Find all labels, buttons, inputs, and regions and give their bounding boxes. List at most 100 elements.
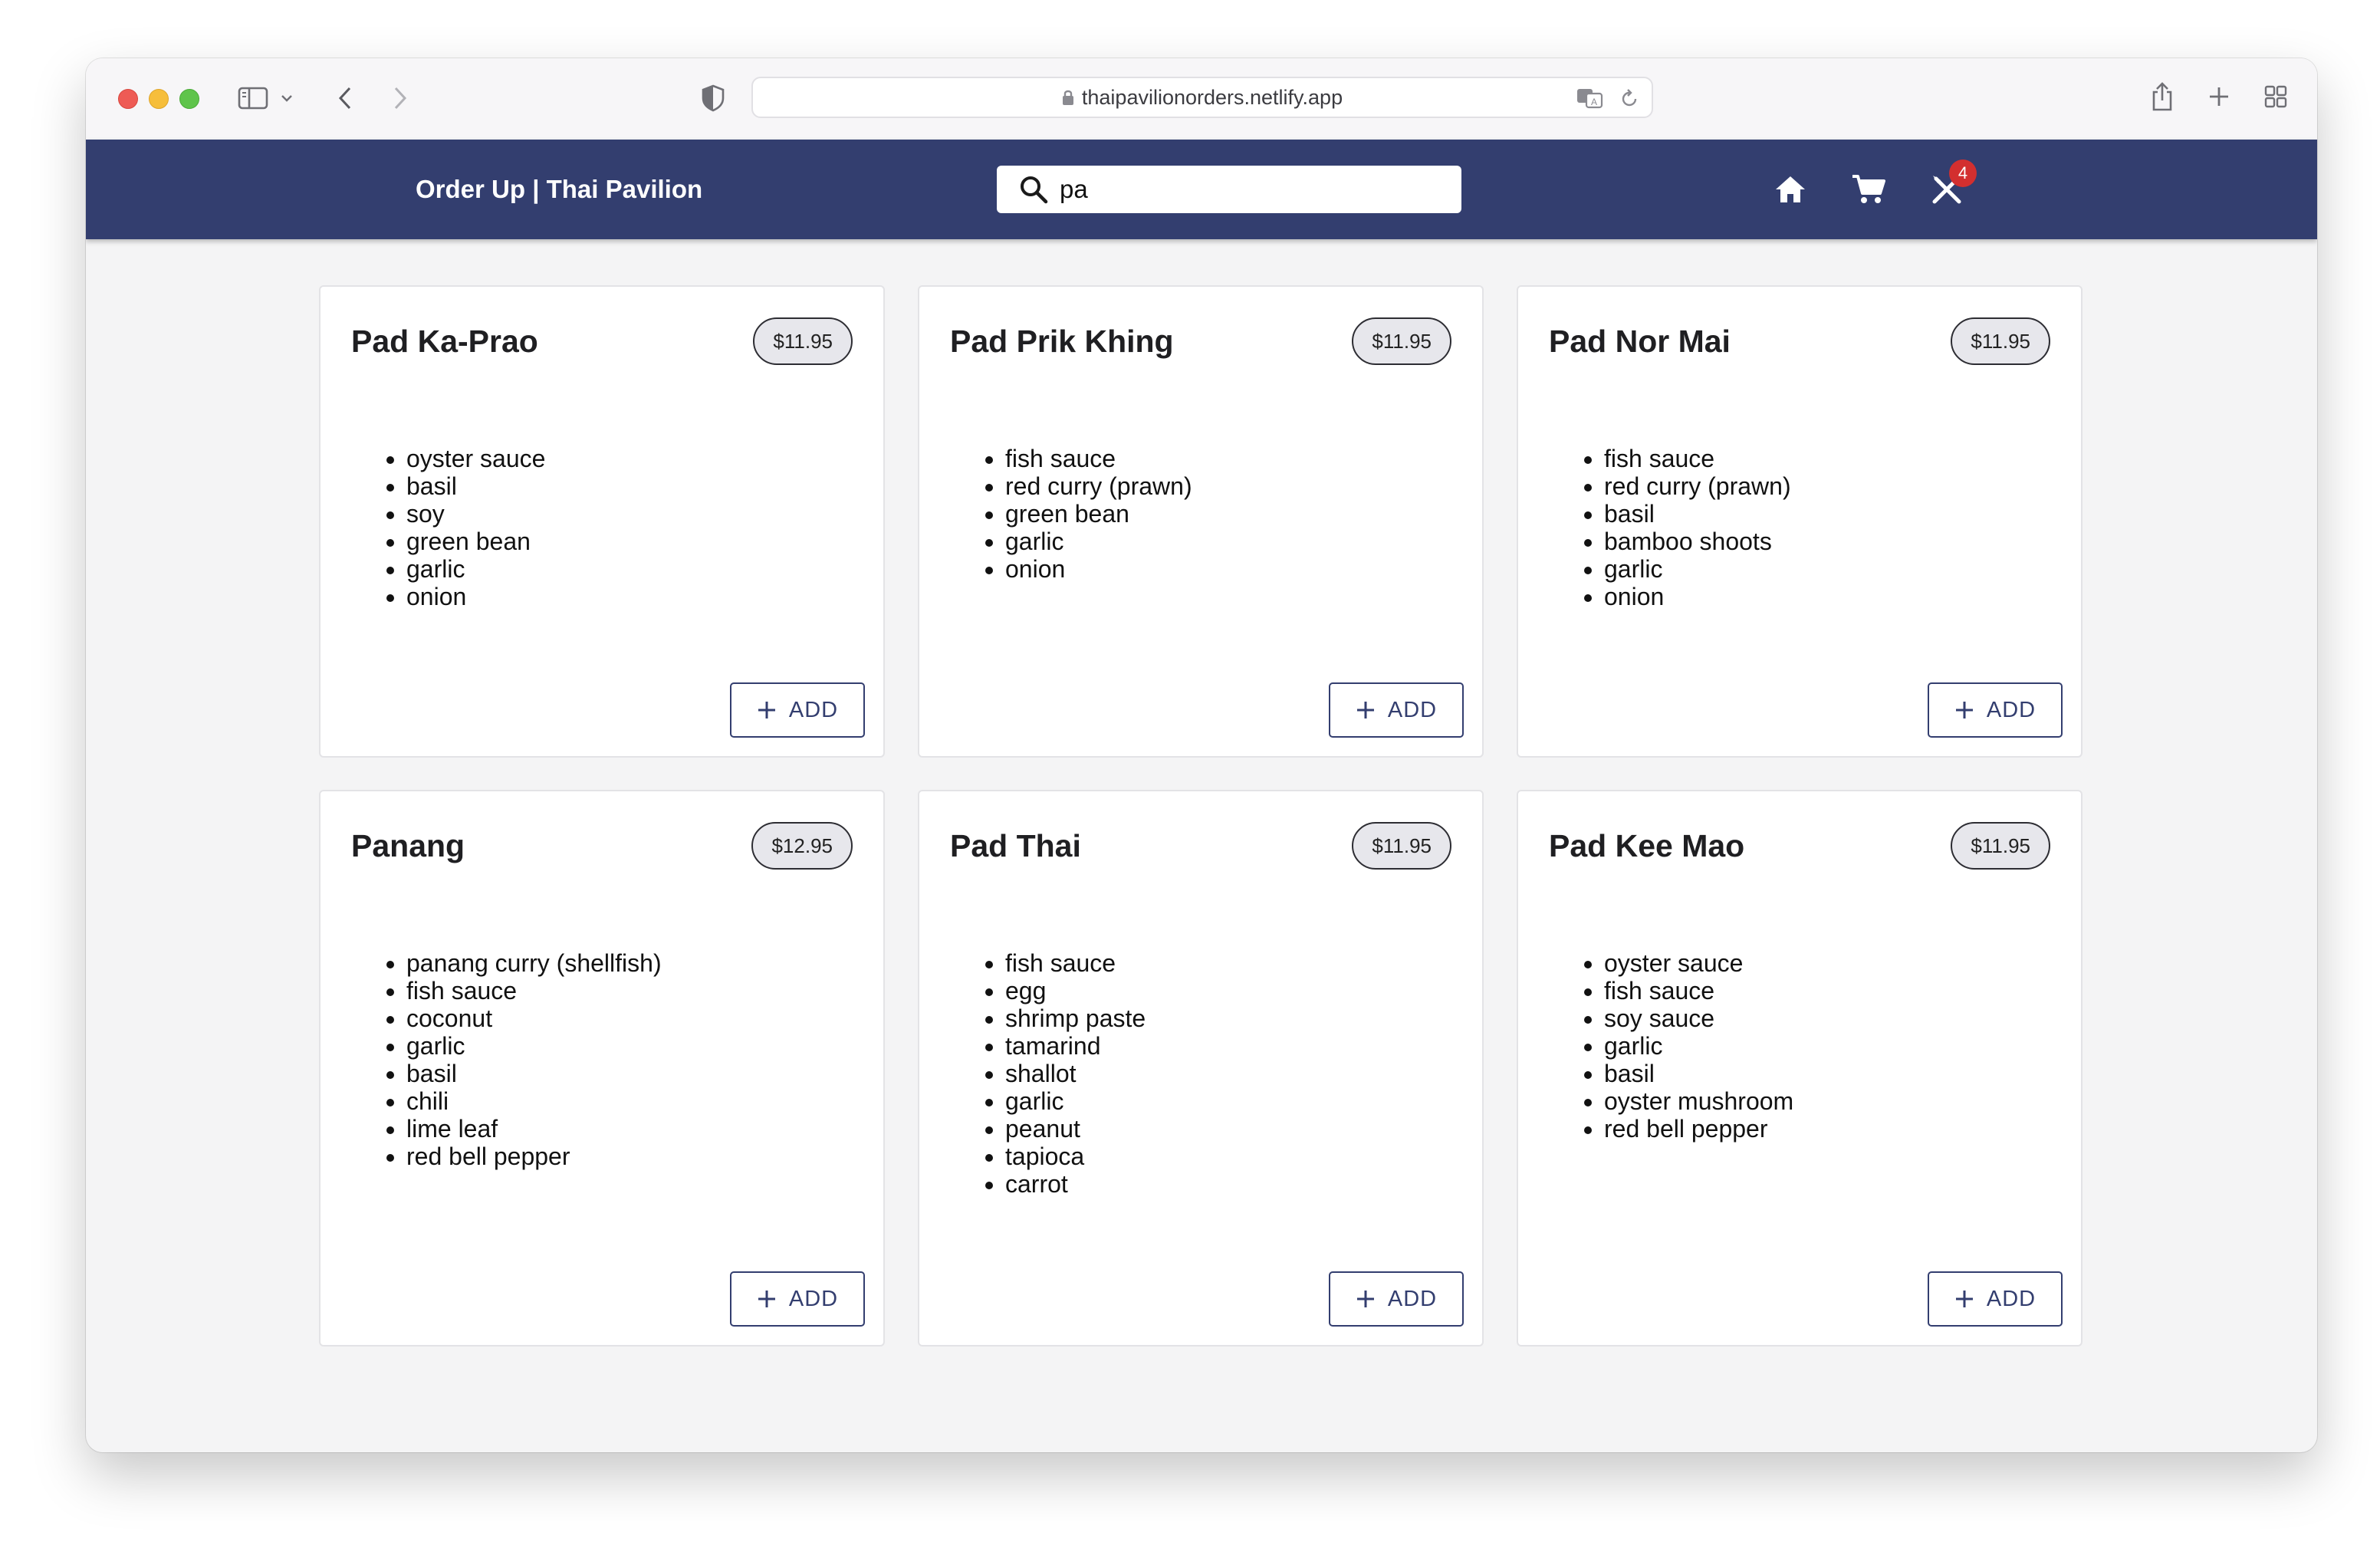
close-window-button[interactable] (118, 89, 138, 109)
price-chip: $11.95 (1951, 317, 2050, 365)
ingredient-item: red curry (prawn) (1005, 472, 1192, 500)
tab-overview-icon[interactable] (2262, 83, 2290, 110)
ingredient-list: oyster saucefish saucesoy saucegarlicbas… (1573, 949, 1793, 1143)
chevron-down-icon[interactable] (279, 90, 294, 106)
back-arrow-icon[interactable] (333, 84, 357, 112)
ingredient-item: fish sauce (1604, 977, 1793, 1005)
ingredient-item: red curry (prawn) (1604, 472, 1791, 500)
add-button-label: ADD (788, 697, 839, 722)
search-box[interactable] (997, 166, 1461, 213)
ingredient-item: garlic (1005, 1087, 1146, 1115)
add-button-label: ADD (1986, 1286, 2036, 1311)
ingredient-item: panang curry (shellfish) (406, 949, 662, 977)
menu-card: Panang $12.95 panang curry (shellfish)fi… (319, 790, 885, 1346)
order-count-badge: 4 (1949, 159, 1977, 187)
ingredient-item: carrot (1005, 1170, 1146, 1198)
plus-icon (757, 700, 777, 720)
ingredient-list: panang curry (shellfish)fish saucecoconu… (376, 949, 662, 1170)
dish-name: Pad Thai (950, 828, 1081, 863)
browser-toolbar: thaipavilionorders.netlify.app A (86, 58, 2317, 140)
ingredient-list: fish saucered curry (prawn)basilbamboo s… (1573, 445, 1791, 610)
ingredient-item: garlic (1005, 528, 1192, 555)
browser-window: thaipavilionorders.netlify.app A Order U… (86, 58, 2317, 1452)
ingredient-item: soy sauce (1604, 1005, 1793, 1032)
ingredient-item: onion (1604, 583, 1791, 610)
ingredient-item: basil (406, 472, 545, 500)
price-chip: $11.95 (1951, 822, 2050, 870)
menu-card: Pad Ka-Prao $11.95 oyster saucebasilsoyg… (319, 285, 885, 758)
price-chip: $12.95 (751, 822, 853, 870)
ingredient-item: basil (1604, 500, 1791, 528)
price-chip: $11.95 (1352, 822, 1451, 870)
ingredient-item: bamboo shoots (1604, 528, 1791, 555)
brand-title[interactable]: Order Up | Thai Pavilion (416, 140, 702, 239)
translate-icon[interactable]: A (1575, 85, 1606, 111)
add-button[interactable]: ADD (1928, 682, 2063, 738)
add-button-label: ADD (1986, 697, 2036, 722)
dish-name: Pad Ka-Prao (351, 324, 538, 359)
ingredient-item: green bean (406, 528, 545, 555)
ingredient-list: oyster saucebasilsoygreen beangarliconio… (376, 445, 545, 610)
menu-card: Pad Kee Mao $11.95 oyster saucefish sauc… (1517, 790, 2082, 1346)
ingredient-item: fish sauce (1604, 445, 1791, 472)
ingredient-item: fish sauce (1005, 445, 1192, 472)
orders-utensils-icon[interactable]: 4 (1926, 159, 1977, 210)
add-button[interactable]: ADD (730, 1271, 865, 1327)
plus-icon (1356, 1289, 1376, 1309)
zoom-window-button[interactable] (179, 89, 199, 109)
ingredient-item: red bell pepper (406, 1143, 662, 1170)
app-header: Order Up | Thai Pavilion 4 (86, 140, 2317, 239)
ingredient-item: tamarind (1005, 1032, 1146, 1060)
ingredient-item: green bean (1005, 500, 1192, 528)
plus-icon (757, 1289, 777, 1309)
svg-text:A: A (1591, 97, 1597, 107)
ingredient-item: garlic (1604, 1032, 1793, 1060)
sidebar-toggle-icon[interactable] (236, 83, 270, 113)
address-bar[interactable]: thaipavilionorders.netlify.app A (751, 77, 1653, 118)
ingredient-item: coconut (406, 1005, 662, 1032)
forward-arrow-icon[interactable] (388, 84, 413, 112)
new-tab-plus-icon[interactable] (2205, 83, 2233, 110)
minimize-window-button[interactable] (149, 89, 169, 109)
ingredient-item: shallot (1005, 1060, 1146, 1087)
url-text: thaipavilionorders.netlify.app (1081, 85, 1343, 109)
ingredient-item: oyster sauce (1604, 949, 1793, 977)
dish-name: Pad Prik Khing (950, 324, 1174, 359)
ingredient-item: red bell pepper (1604, 1115, 1793, 1143)
home-icon[interactable] (1770, 169, 1811, 210)
ingredient-item: basil (1604, 1060, 1793, 1087)
add-button[interactable]: ADD (1329, 682, 1464, 738)
reload-icon[interactable] (1618, 87, 1641, 110)
menu-card: Pad Nor Mai $11.95 fish saucered curry (… (1517, 285, 2082, 758)
menu-card: Pad Prik Khing $11.95 fish saucered curr… (918, 285, 1484, 758)
share-icon[interactable] (2148, 80, 2176, 113)
ingredient-list: fish sauceeggshrimp pastetamarindshallot… (975, 949, 1146, 1198)
ingredient-item: garlic (406, 555, 545, 583)
dish-name: Panang (351, 828, 465, 863)
ingredient-item: chili (406, 1087, 662, 1115)
ingredient-item: fish sauce (406, 977, 662, 1005)
ingredient-item: onion (1005, 555, 1192, 583)
add-button-label: ADD (1387, 697, 1438, 722)
ingredient-item: oyster sauce (406, 445, 545, 472)
lock-icon (1062, 89, 1074, 106)
search-input[interactable] (1060, 175, 1428, 204)
ingredient-item: peanut (1005, 1115, 1146, 1143)
add-button-label: ADD (1387, 1286, 1438, 1311)
add-button[interactable]: ADD (730, 682, 865, 738)
dish-name: Pad Kee Mao (1549, 828, 1745, 863)
ingredient-item: fish sauce (1005, 949, 1146, 977)
plus-icon (1356, 700, 1376, 720)
ingredient-item: garlic (406, 1032, 662, 1060)
add-button[interactable]: ADD (1329, 1271, 1464, 1327)
ingredient-item: oyster mushroom (1604, 1087, 1793, 1115)
dish-name: Pad Nor Mai (1549, 324, 1731, 359)
ingredient-item: soy (406, 500, 545, 528)
cart-icon[interactable] (1848, 169, 1889, 210)
ingredient-item: egg (1005, 977, 1146, 1005)
ingredient-item: shrimp paste (1005, 1005, 1146, 1032)
menu-card: Pad Thai $11.95 fish sauceeggshrimp past… (918, 790, 1484, 1346)
privacy-shield-icon[interactable] (699, 83, 727, 113)
add-button[interactable]: ADD (1928, 1271, 2063, 1327)
add-button-label: ADD (788, 1286, 839, 1311)
